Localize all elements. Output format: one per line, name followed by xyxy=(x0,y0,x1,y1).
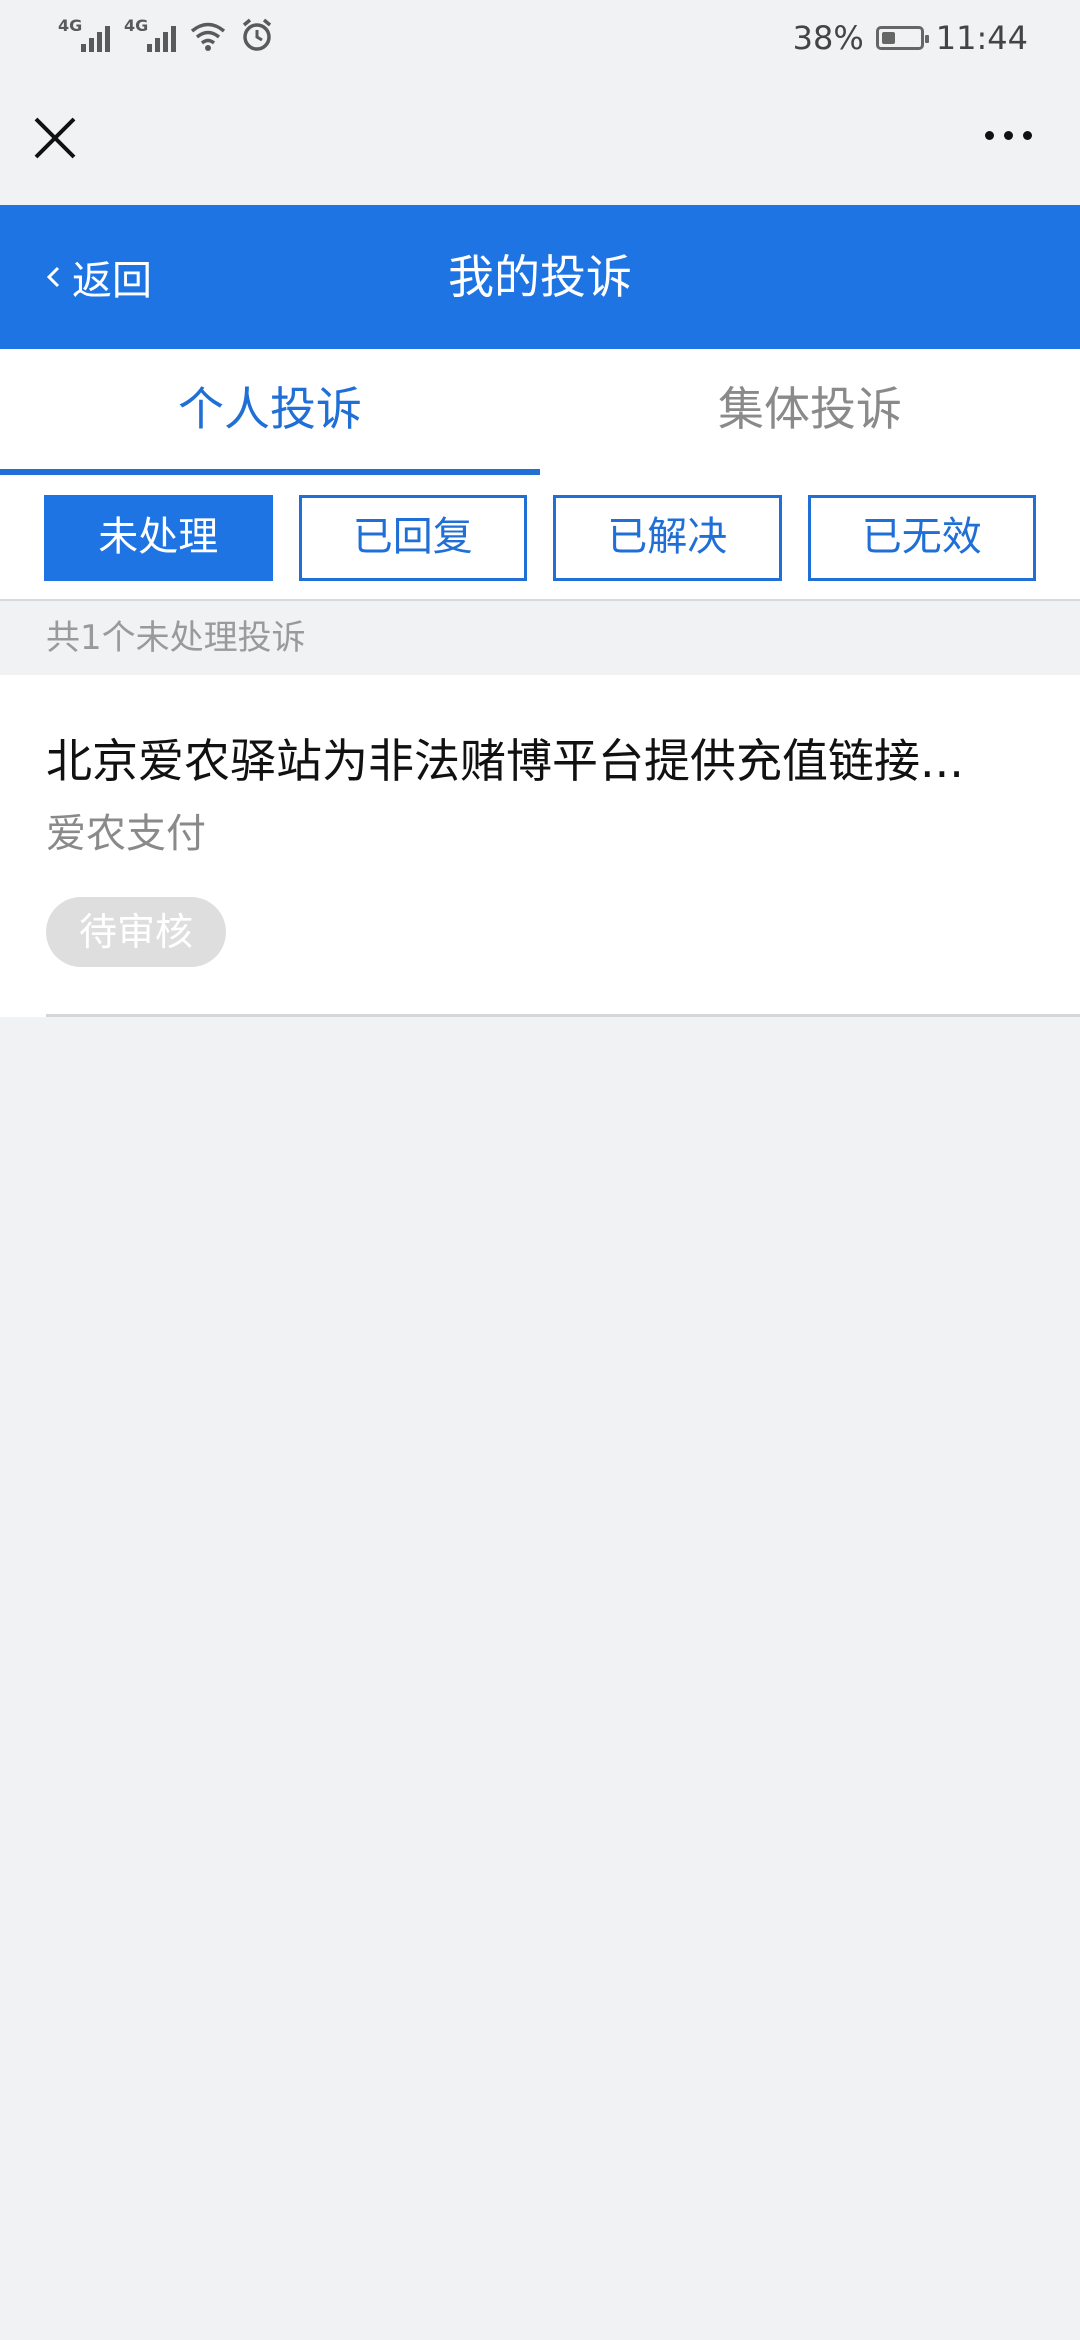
list-item[interactable]: 北京爱农驿站为非法赌博平台提供充值链接... 爱农支付 待审核 xyxy=(0,675,1080,1017)
more-options-icon[interactable] xyxy=(985,131,1032,140)
back-button[interactable]: 返回 xyxy=(44,205,152,349)
battery-percent: 38% xyxy=(792,19,864,57)
status-badge: 待审核 xyxy=(46,897,226,967)
alarm-icon xyxy=(242,18,272,51)
nav-header: 我的投诉 返回 xyxy=(0,205,1080,349)
complaint-merchant: 爱农支付 xyxy=(46,811,206,857)
complaint-count: 共1个未处理投诉 xyxy=(0,601,1080,675)
clock-time: 11:44 xyxy=(935,19,1028,57)
signal-tag-1: 4G xyxy=(58,16,83,35)
battery-fill xyxy=(881,32,896,44)
signal-icon-2: 4G xyxy=(124,18,176,52)
more-dot xyxy=(1023,131,1032,140)
complaint-title: 北京爱农驿站为非法赌博平台提供充值链接... xyxy=(46,734,964,788)
chevron-left-icon xyxy=(46,266,60,288)
top-bar xyxy=(0,75,1080,205)
battery-icon xyxy=(875,26,929,50)
close-icon[interactable] xyxy=(30,113,80,163)
tab-group[interactable]: 集体投诉 xyxy=(540,349,1080,475)
filter-unprocessed-button[interactable]: 未处理 xyxy=(44,495,273,581)
signal-tag-2: 4G xyxy=(124,16,149,35)
more-dot xyxy=(985,131,994,140)
status-icons-left: 4G 4G xyxy=(58,18,274,52)
status-icons-right: 38% 11:44 xyxy=(793,18,1028,58)
filter-replied-button[interactable]: 已回复 xyxy=(298,495,527,581)
back-label: 返回 xyxy=(72,258,152,304)
complaint-tabs: 个人投诉 集体投诉 xyxy=(0,349,1080,475)
filter-invalid-button[interactable]: 已无效 xyxy=(807,495,1036,581)
signal-icon-1: 4G xyxy=(58,18,110,52)
wifi-icon xyxy=(190,22,226,51)
page-title: 我的投诉 xyxy=(448,250,632,304)
tab-personal[interactable]: 个人投诉 xyxy=(0,349,540,475)
more-dot xyxy=(1004,131,1013,140)
status-filters: 未处理 已回复 已解决 已无效 xyxy=(0,475,1080,601)
status-bar: 4G 4G 38% 11:44 xyxy=(0,0,1080,75)
divider xyxy=(46,1014,1080,1017)
filter-resolved-button[interactable]: 已解决 xyxy=(553,495,782,581)
